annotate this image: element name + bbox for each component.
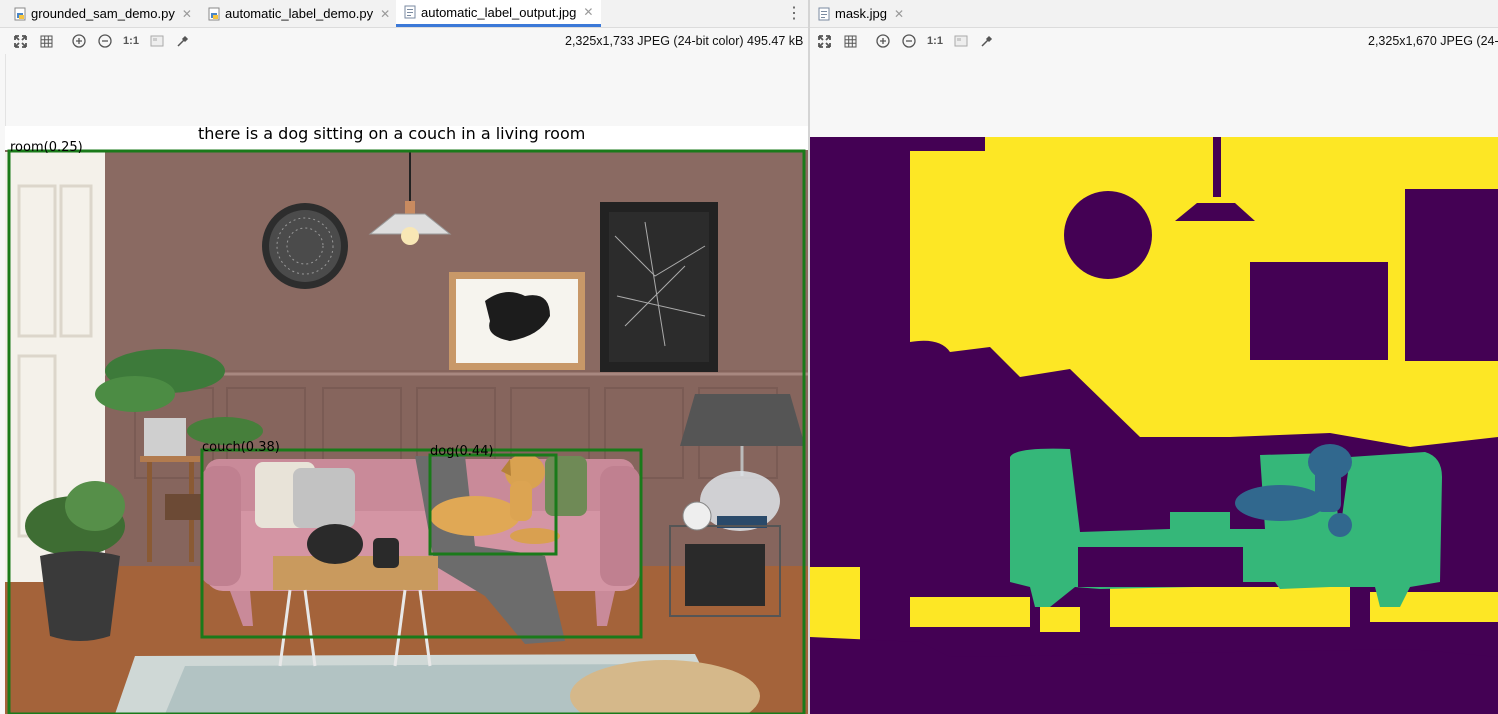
zoom-out-icon[interactable] (96, 32, 114, 50)
left-editor-pane: grounded_sam_demo.py ✕ automatic_label_d… (0, 0, 808, 714)
close-icon[interactable]: ✕ (380, 7, 390, 21)
annotated-image[interactable]: there is a dog sitting on a couch in a l… (5, 126, 808, 714)
dog-box-label: dog(0.44) (430, 444, 494, 459)
zoom-in-icon[interactable] (70, 32, 88, 50)
tab-label: automatic_label_output.jpg (421, 4, 577, 20)
tab-mask-jpg[interactable]: mask.jpg ✕ (818, 0, 904, 27)
grid-icon[interactable] (841, 32, 859, 50)
tab-label: automatic_label_demo.py (225, 6, 374, 21)
background-icon[interactable] (148, 32, 166, 50)
tab-label: mask.jpg (835, 6, 888, 21)
teapot (307, 524, 363, 564)
image-caption: there is a dog sitting on a couch in a l… (198, 126, 585, 143)
couch-box-label: couch(0.38) (202, 440, 280, 455)
python-file-icon (14, 7, 26, 21)
left-tab-bar: grounded_sam_demo.py ✕ automatic_label_d… (0, 0, 808, 28)
mug (373, 538, 399, 568)
zoom-out-icon[interactable] (900, 32, 918, 50)
tab-automatic-label-demo[interactable]: automatic_label_demo.py ✕ (208, 0, 390, 27)
color-picker-icon[interactable] (978, 32, 996, 50)
actual-size-icon[interactable]: 1:1 (926, 32, 944, 50)
tab-label: grounded_sam_demo.py (31, 6, 175, 21)
image-file-icon (818, 7, 830, 21)
tab-grounded-sam-demo[interactable]: grounded_sam_demo.py ✕ (14, 0, 192, 27)
tab-automatic-label-output[interactable]: automatic_label_output.jpg ✕ (396, 0, 602, 27)
close-icon[interactable]: ✕ (894, 7, 904, 21)
room-box-label: room(0.25) (10, 140, 83, 155)
image-toolbar: 1:1 2,325x1,670 JPEG (24-bit c (810, 28, 1498, 54)
background-icon[interactable] (952, 32, 970, 50)
canvas-background (5, 54, 808, 126)
image-info: 2,325x1,733 JPEG (24-bit color) 495.47 k… (565, 34, 804, 48)
grid-icon[interactable] (37, 32, 55, 50)
right-tab-bar: mask.jpg ✕ (810, 0, 1498, 28)
image-file-icon (404, 5, 416, 19)
canvas-background (810, 54, 1498, 138)
mask-image[interactable] (810, 137, 1498, 714)
right-editor-pane: mask.jpg ✕ 1:1 2,325x1,670 JPEG (24-bit … (810, 0, 1498, 714)
more-options-icon[interactable]: ⋮ (786, 3, 802, 23)
python-file-icon (208, 7, 220, 21)
mask-door-region (810, 151, 910, 571)
mask-plate-region (1064, 191, 1152, 279)
mask-frame-region (1250, 262, 1388, 360)
close-icon[interactable]: ✕ (583, 5, 593, 19)
image-toolbar: 1:1 2,325x1,733 JPEG (24-bit color) 495.… (0, 28, 808, 54)
zoom-in-icon[interactable] (874, 32, 892, 50)
actual-size-icon[interactable]: 1:1 (122, 32, 140, 50)
color-picker-icon[interactable] (174, 32, 192, 50)
image-info: 2,325x1,670 JPEG (24-bit c (1368, 34, 1498, 48)
close-icon[interactable]: ✕ (182, 7, 192, 21)
fit-screen-icon[interactable] (11, 32, 29, 50)
fit-screen-icon[interactable] (815, 32, 833, 50)
